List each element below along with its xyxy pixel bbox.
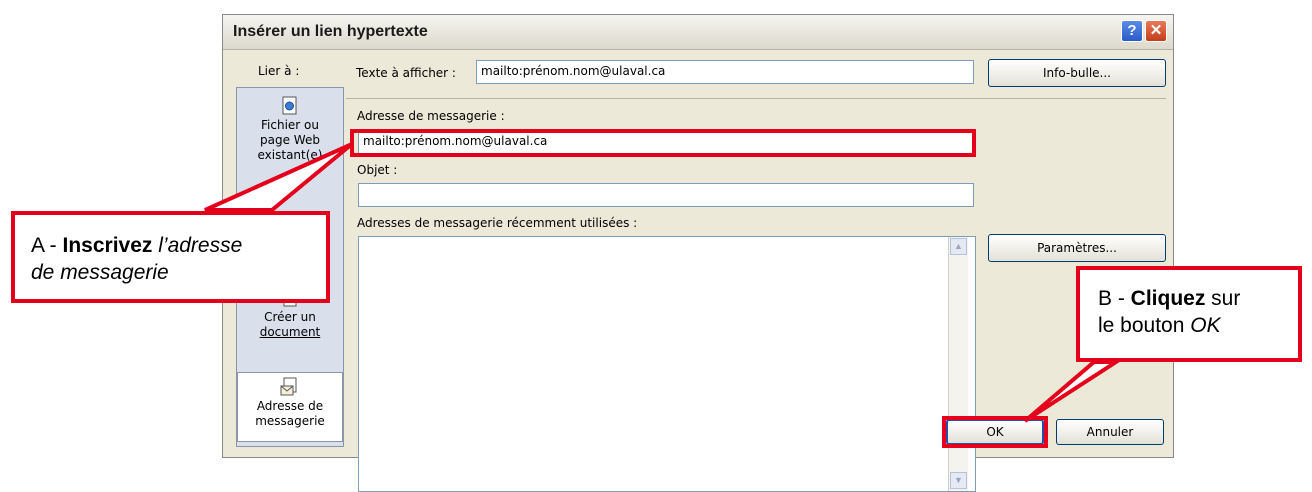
callout-b: B - Cliquez sur le bouton OK — [1076, 266, 1302, 362]
scroll-down-icon[interactable]: ▼ — [950, 472, 967, 489]
ok-button-highlight — [942, 416, 1048, 448]
callout-a-line1: A - Inscrivez l’adresse — [31, 234, 243, 257]
callout-b-line1: B - Cliquez sur — [1098, 287, 1241, 310]
pointer-b — [1023, 360, 1123, 423]
callout-a-line2: de messagerie — [31, 261, 169, 284]
email-field-highlight — [350, 129, 976, 157]
callout-a: A - Inscrivez l’adresse de messagerie — [11, 211, 330, 303]
pointer-a — [204, 142, 354, 212]
callout-b-line2: le bouton OK — [1098, 314, 1221, 337]
